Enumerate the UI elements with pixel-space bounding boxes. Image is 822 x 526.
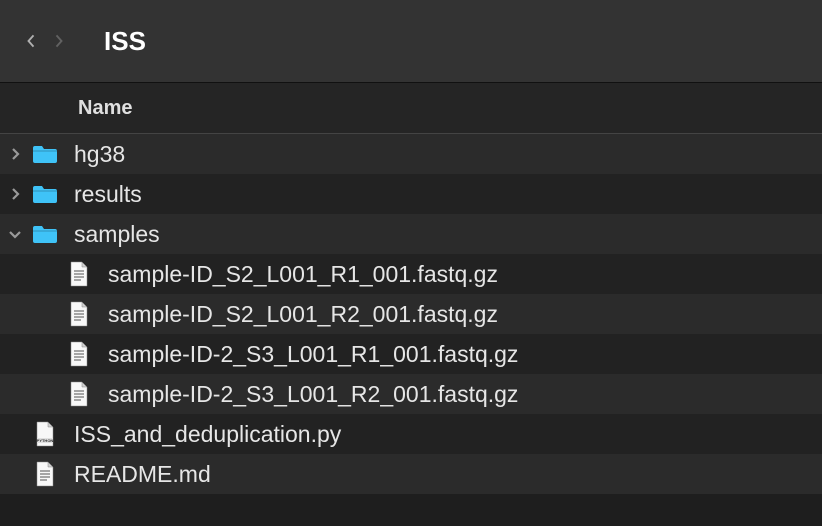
toolbar: ISS xyxy=(0,0,822,83)
file-list: hg38 results samples sample-ID_S2_L001_R… xyxy=(0,134,822,494)
item-name: README.md xyxy=(74,463,211,486)
file-row[interactable]: README.md xyxy=(0,454,822,494)
svg-text:PYTHON: PYTHON xyxy=(37,438,54,443)
item-name: hg38 xyxy=(74,143,125,166)
folder-row[interactable]: samples xyxy=(0,214,822,254)
document-file-icon xyxy=(64,301,94,327)
item-name: samples xyxy=(74,223,160,246)
file-row[interactable]: sample-ID-2_S3_L001_R1_001.fastq.gz xyxy=(0,334,822,374)
item-name: sample-ID-2_S3_L001_R1_001.fastq.gz xyxy=(108,343,518,366)
chevron-right-icon[interactable] xyxy=(6,187,24,201)
chevron-right-icon xyxy=(54,29,64,53)
folder-icon xyxy=(30,184,60,204)
file-row[interactable]: sample-ID_S2_L001_R2_001.fastq.gz xyxy=(0,294,822,334)
document-file-icon xyxy=(64,341,94,367)
folder-title: ISS xyxy=(104,26,146,57)
file-row[interactable]: sample-ID_S2_L001_R1_001.fastq.gz xyxy=(0,254,822,294)
nav-forward-button[interactable] xyxy=(54,27,82,55)
column-name-header: Name xyxy=(78,97,132,120)
item-name: sample-ID-2_S3_L001_R2_001.fastq.gz xyxy=(108,383,518,406)
document-file-icon xyxy=(30,461,60,487)
item-name: results xyxy=(74,183,142,206)
item-name: sample-ID_S2_L001_R2_001.fastq.gz xyxy=(108,303,498,326)
chevron-right-icon[interactable] xyxy=(6,147,24,161)
folder-icon xyxy=(30,144,60,164)
file-row[interactable]: sample-ID-2_S3_L001_R2_001.fastq.gz xyxy=(0,374,822,414)
item-name: ISS_and_deduplication.py xyxy=(74,423,341,446)
nav-back-button[interactable] xyxy=(26,27,54,55)
column-header[interactable]: Name xyxy=(0,83,822,134)
document-file-icon xyxy=(64,261,94,287)
chevron-down-icon[interactable] xyxy=(6,227,24,241)
file-row[interactable]: PYTHON ISS_and_deduplication.py xyxy=(0,414,822,454)
item-name: sample-ID_S2_L001_R1_001.fastq.gz xyxy=(108,263,498,286)
folder-icon xyxy=(30,224,60,244)
folder-row[interactable]: results xyxy=(0,174,822,214)
document-file-icon xyxy=(64,381,94,407)
folder-row[interactable]: hg38 xyxy=(0,134,822,174)
python-file-icon: PYTHON xyxy=(30,421,60,447)
chevron-left-icon xyxy=(26,29,36,53)
